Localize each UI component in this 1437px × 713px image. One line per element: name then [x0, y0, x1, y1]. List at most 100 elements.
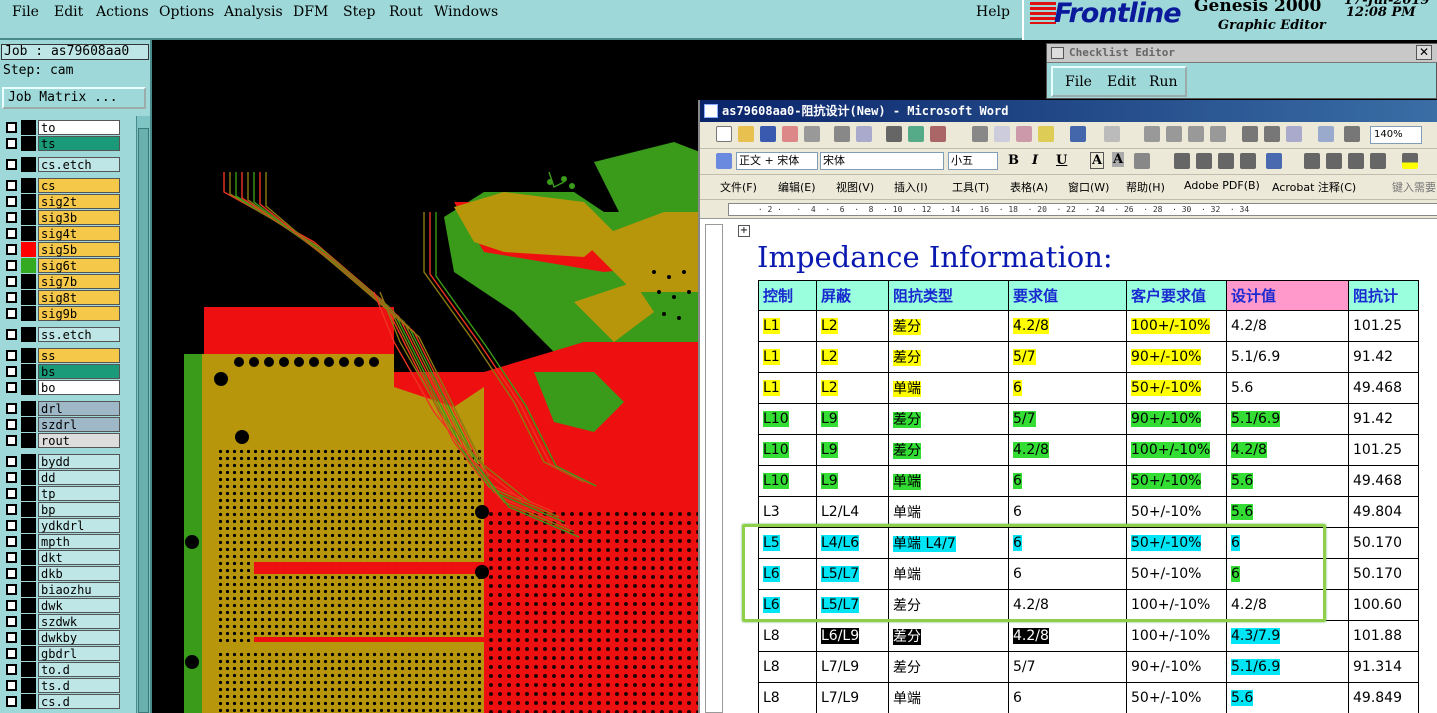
table-cell[interactable]: 50+/-10%: [1126, 682, 1227, 713]
layer-color-swatch[interactable]: [21, 630, 36, 645]
layer-color-swatch[interactable]: [21, 662, 36, 677]
layer-color-swatch[interactable]: [21, 582, 36, 597]
bold-icon[interactable]: B: [1008, 153, 1019, 168]
table-cell[interactable]: 5.1/6.9: [1226, 341, 1349, 373]
print-icon[interactable]: [834, 126, 850, 142]
table-cell[interactable]: 5.6: [1226, 465, 1349, 497]
layer-row[interactable]: sig4t: [2, 226, 122, 241]
layer-row[interactable]: dkt: [2, 550, 122, 565]
layer-name[interactable]: dwkby: [38, 630, 120, 645]
table-cell[interactable]: 4.2/8: [1226, 310, 1349, 342]
layer-row[interactable]: mpth: [2, 534, 122, 549]
table-cell[interactable]: L10: [758, 434, 817, 466]
layer-color-swatch[interactable]: [21, 380, 36, 395]
layer-checkbox[interactable]: [6, 366, 17, 377]
layer-name[interactable]: dkt: [38, 550, 120, 565]
layer-row[interactable]: dwk: [2, 598, 122, 613]
layer-row[interactable]: ss.etch: [2, 327, 122, 342]
layer-color-swatch[interactable]: [21, 157, 36, 172]
columns-icon[interactable]: [1242, 126, 1258, 142]
hyperlink-icon[interactable]: [1144, 126, 1160, 142]
layer-name[interactable]: szdwk: [38, 614, 120, 629]
layer-color-swatch[interactable]: [21, 502, 36, 517]
layer-name[interactable]: to.d: [38, 662, 120, 677]
layer-checkbox[interactable]: [6, 584, 17, 595]
layer-name[interactable]: bs: [38, 364, 120, 379]
layer-name[interactable]: dkb: [38, 566, 120, 581]
job-matrix-button[interactable]: Job Matrix ...: [2, 87, 146, 109]
table-cell[interactable]: 5/7: [1008, 403, 1127, 435]
layer-checkbox[interactable]: [6, 600, 17, 611]
char-scale-icon[interactable]: [1134, 153, 1150, 169]
table-cell[interactable]: 4.2/8: [1008, 310, 1127, 342]
layer-name[interactable]: sig8t: [38, 290, 120, 305]
layer-color-swatch[interactable]: [21, 306, 36, 321]
table-cell[interactable]: L10: [758, 403, 817, 435]
table-cell[interactable]: 4.2/8: [1008, 620, 1127, 652]
menu-file[interactable]: File: [12, 4, 39, 20]
table-cell[interactable]: L7/L9: [816, 682, 889, 713]
layer-name[interactable]: drl: [38, 401, 120, 416]
word-menu-table[interactable]: 表格(A): [1010, 179, 1048, 195]
word-menu-adobe-pdf[interactable]: Adobe PDF(B): [1184, 179, 1260, 192]
layer-row[interactable]: gbdrl: [2, 646, 122, 661]
layer-row[interactable]: sig7b: [2, 274, 122, 289]
table-cell[interactable]: 50.170: [1348, 558, 1419, 590]
layer-name[interactable]: ss.etch: [38, 327, 120, 342]
table-cell[interactable]: 101.88: [1348, 620, 1419, 652]
layer-checkbox[interactable]: [6, 616, 17, 627]
bullets-icon[interactable]: [1326, 153, 1342, 169]
decrease-indent-icon[interactable]: [1348, 153, 1364, 169]
word-menu-file[interactable]: 文件(F): [720, 179, 757, 195]
table-cell[interactable]: 5.1/6.9: [1226, 403, 1349, 435]
layer-color-swatch[interactable]: [21, 470, 36, 485]
layer-color-swatch[interactable]: [21, 454, 36, 469]
layer-checkbox[interactable]: [6, 520, 17, 531]
layer-name[interactable]: ss: [38, 348, 120, 363]
layer-row[interactable]: bs: [2, 364, 122, 379]
table-cell[interactable]: 100+/-10%: [1126, 310, 1227, 342]
layer-checkbox[interactable]: [6, 403, 17, 414]
layer-row[interactable]: rout: [2, 433, 122, 448]
align-left-icon[interactable]: [1174, 153, 1190, 169]
layer-row[interactable]: ts: [2, 136, 122, 151]
layer-row[interactable]: szdwk: [2, 614, 122, 629]
layer-row[interactable]: ydkdrl: [2, 518, 122, 533]
layer-name[interactable]: sig9b: [38, 306, 120, 321]
word-menu-window[interactable]: 窗口(W): [1068, 179, 1109, 195]
italic-icon[interactable]: I: [1032, 153, 1038, 168]
word-menu-acrobat[interactable]: Acrobat 注释(C): [1272, 179, 1356, 195]
document-map-icon[interactable]: [1286, 126, 1302, 142]
table-cell[interactable]: 4.2/8: [1008, 434, 1127, 466]
format-painter-icon[interactable]: [1038, 126, 1054, 142]
menu-edit[interactable]: Edit: [54, 4, 83, 20]
layer-row[interactable]: dkb: [2, 566, 122, 581]
insert-table-icon[interactable]: [1188, 126, 1204, 142]
layer-name[interactable]: cs.d: [38, 694, 120, 709]
table-cell[interactable]: L8: [758, 682, 817, 713]
table-cell[interactable]: 单端: [888, 682, 1009, 713]
layer-checkbox[interactable]: [6, 664, 17, 675]
layer-row[interactable]: sig6t: [2, 258, 122, 273]
table-cell[interactable]: L2/L4: [816, 496, 889, 528]
layer-row[interactable]: sig5b: [2, 242, 122, 257]
layer-checkbox[interactable]: [6, 350, 17, 361]
font-select[interactable]: 宋体: [820, 152, 944, 170]
table-cell[interactable]: L3: [758, 496, 817, 528]
layer-name[interactable]: dwk: [38, 598, 120, 613]
table-cell[interactable]: 90+/-10%: [1126, 403, 1227, 435]
layer-checkbox[interactable]: [6, 196, 17, 207]
char-border-icon[interactable]: A: [1090, 152, 1105, 169]
table-move-handle-icon[interactable]: +: [738, 225, 750, 237]
underline-icon[interactable]: U: [1056, 153, 1067, 168]
table-cell[interactable]: L2: [816, 310, 889, 342]
layer-color-swatch[interactable]: [21, 550, 36, 565]
layer-row[interactable]: szdrl: [2, 417, 122, 432]
align-right-icon[interactable]: [1218, 153, 1234, 169]
layer-name[interactable]: ts.d: [38, 678, 120, 693]
layer-row[interactable]: ss: [2, 348, 122, 363]
layer-checkbox[interactable]: [6, 212, 17, 223]
layer-name[interactable]: cs: [38, 178, 120, 193]
table-cell[interactable]: 4.2/8: [1226, 434, 1349, 466]
table-cell[interactable]: L2: [816, 341, 889, 373]
